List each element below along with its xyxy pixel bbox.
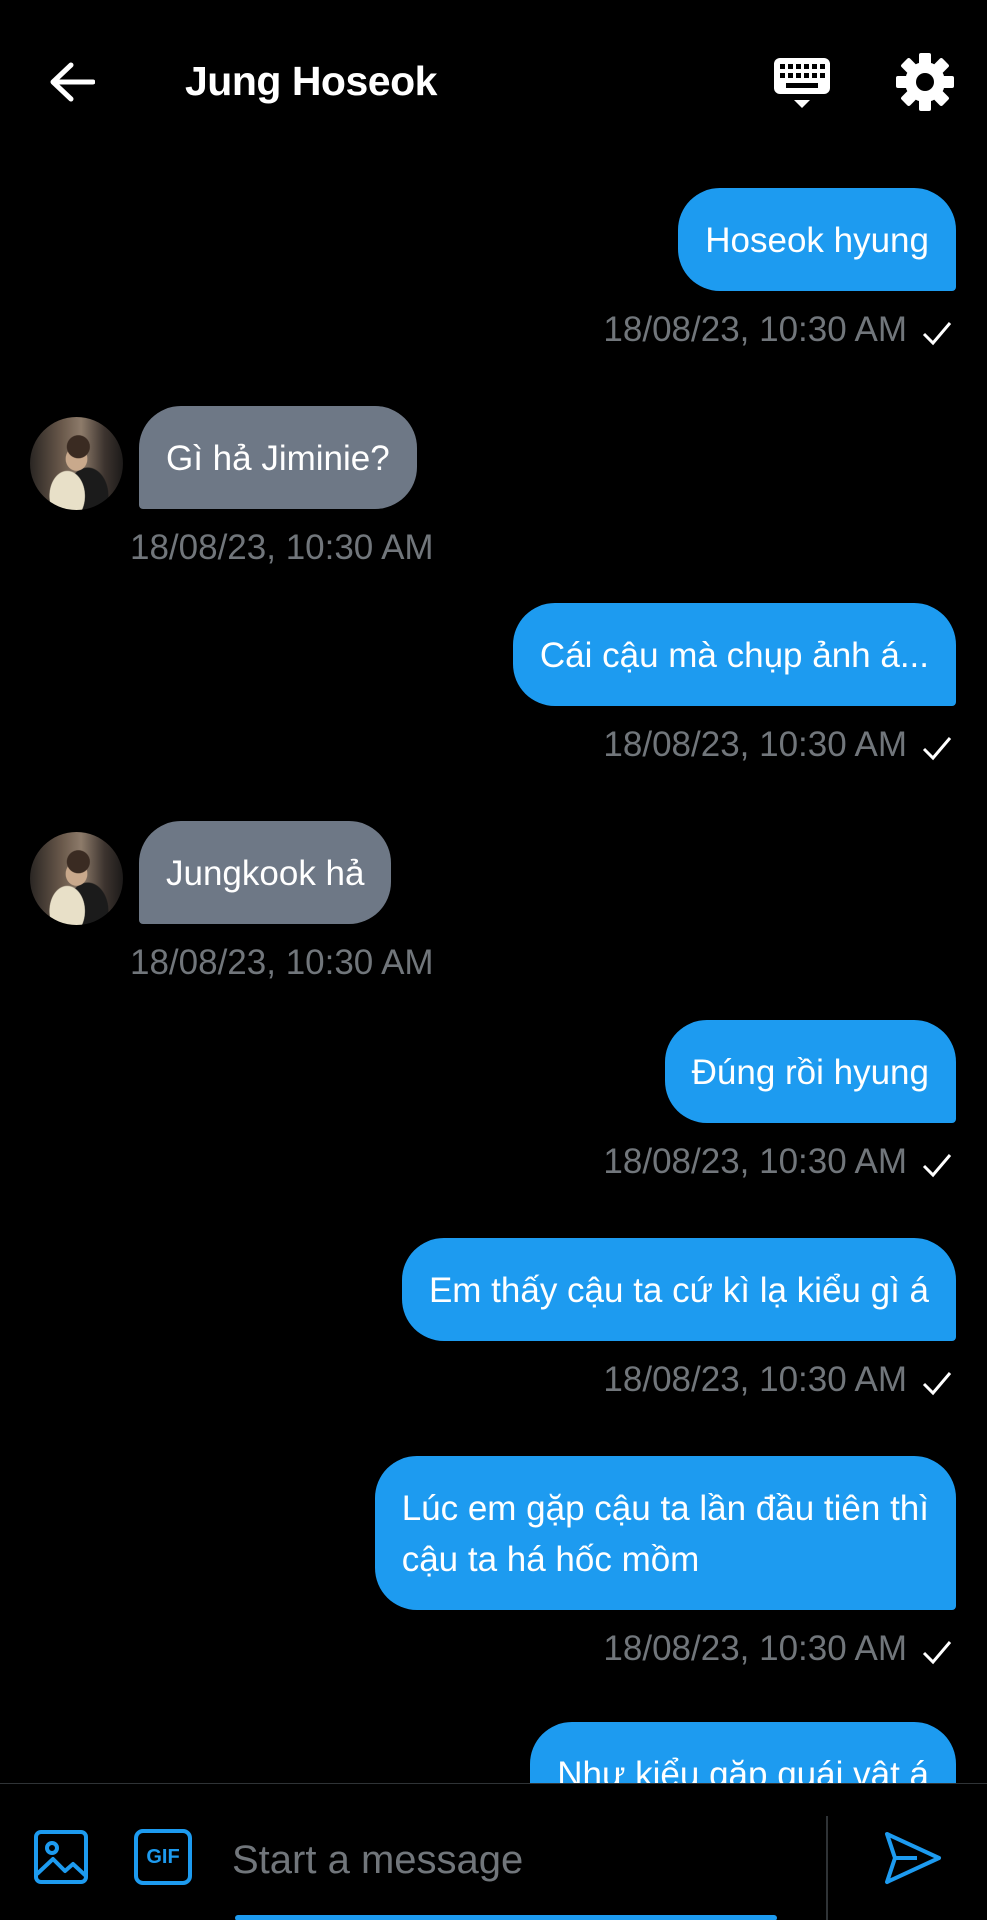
- list-item: Jungkook hả 18/08/23, 10:30 AM: [0, 780, 987, 997]
- message-bubble[interactable]: Đúng rồi hyung: [664, 1020, 956, 1123]
- page-title: Jung Hoseok: [185, 58, 437, 104]
- back-button[interactable]: [40, 50, 104, 114]
- message-bubble[interactable]: Cái cậu mà chụp ảnh á...: [512, 603, 956, 706]
- check-icon: [922, 737, 952, 761]
- chat-header: Jung Hoseok: [0, 0, 987, 165]
- list-item: Đúng rồi hyung 18/08/23, 10:30 AM: [0, 997, 987, 1215]
- message-bubble[interactable]: Hoseok hyung: [678, 188, 956, 291]
- settings-button[interactable]: [893, 50, 957, 114]
- arrow-left-icon: [50, 62, 95, 102]
- message-timestamp: 18/08/23, 10:30 AM: [130, 943, 434, 982]
- message-list[interactable]: Hoseok hyung 18/08/23, 10:30 AM Gì hả Ji…: [0, 165, 987, 1783]
- input-underline: [235, 1915, 777, 1920]
- list-item: Cái cậu mà chụp ảnh á... 18/08/23, 10:30…: [0, 580, 987, 780]
- check-icon: [922, 1154, 952, 1178]
- list-item: Gì hả Jiminie? 18/08/23, 10:30 AM: [0, 365, 987, 580]
- message-bubble[interactable]: Gì hả Jiminie?: [139, 406, 417, 509]
- message-input[interactable]: [232, 1820, 812, 1900]
- message-timestamp: 18/08/23, 10:30 AM: [130, 528, 434, 567]
- avatar[interactable]: [30, 417, 123, 510]
- send-button[interactable]: [883, 1828, 943, 1888]
- message-timestamp: 18/08/23, 10:30 AM: [603, 1629, 907, 1668]
- message-bubble[interactable]: Lúc em gặp cậu ta lần đầu tiên thì cậu t…: [374, 1456, 956, 1610]
- list-item: Như kiểu gặp quái vật á: [0, 1701, 987, 1783]
- gear-icon: [896, 53, 954, 111]
- message-bubble[interactable]: Jungkook hả: [139, 821, 392, 924]
- check-icon: [922, 1372, 952, 1396]
- list-item: Hoseok hyung 18/08/23, 10:30 AM: [0, 165, 987, 365]
- message-bubble[interactable]: Như kiểu gặp quái vật á: [530, 1722, 956, 1783]
- check-icon: [922, 1641, 952, 1665]
- add-image-button[interactable]: [33, 1829, 89, 1885]
- list-item: Em thấy cậu ta cứ kì lạ kiểu gì á 18/08/…: [0, 1215, 987, 1433]
- image-icon: [34, 1830, 88, 1884]
- keyboard-button[interactable]: [770, 52, 834, 116]
- list-item: Lúc em gặp cậu ta lần đầu tiên thì cậu t…: [0, 1433, 987, 1701]
- check-icon: [922, 322, 952, 346]
- message-timestamp: 18/08/23, 10:30 AM: [603, 725, 907, 764]
- message-timestamp: 18/08/23, 10:30 AM: [603, 310, 907, 349]
- message-composer: GIF: [0, 1783, 987, 1920]
- avatar[interactable]: [30, 832, 123, 925]
- divider: [826, 1816, 828, 1920]
- chat-screen: Jung Hoseok Hoseok hyung 18/08/23, 10:30…: [0, 0, 987, 1920]
- keyboard-icon: [774, 58, 830, 108]
- send-icon: [885, 1832, 941, 1884]
- gif-button[interactable]: GIF: [134, 1829, 192, 1885]
- message-timestamp: 18/08/23, 10:30 AM: [603, 1142, 907, 1181]
- message-bubble[interactable]: Em thấy cậu ta cứ kì lạ kiểu gì á: [401, 1238, 956, 1341]
- message-timestamp: 18/08/23, 10:30 AM: [603, 1360, 907, 1399]
